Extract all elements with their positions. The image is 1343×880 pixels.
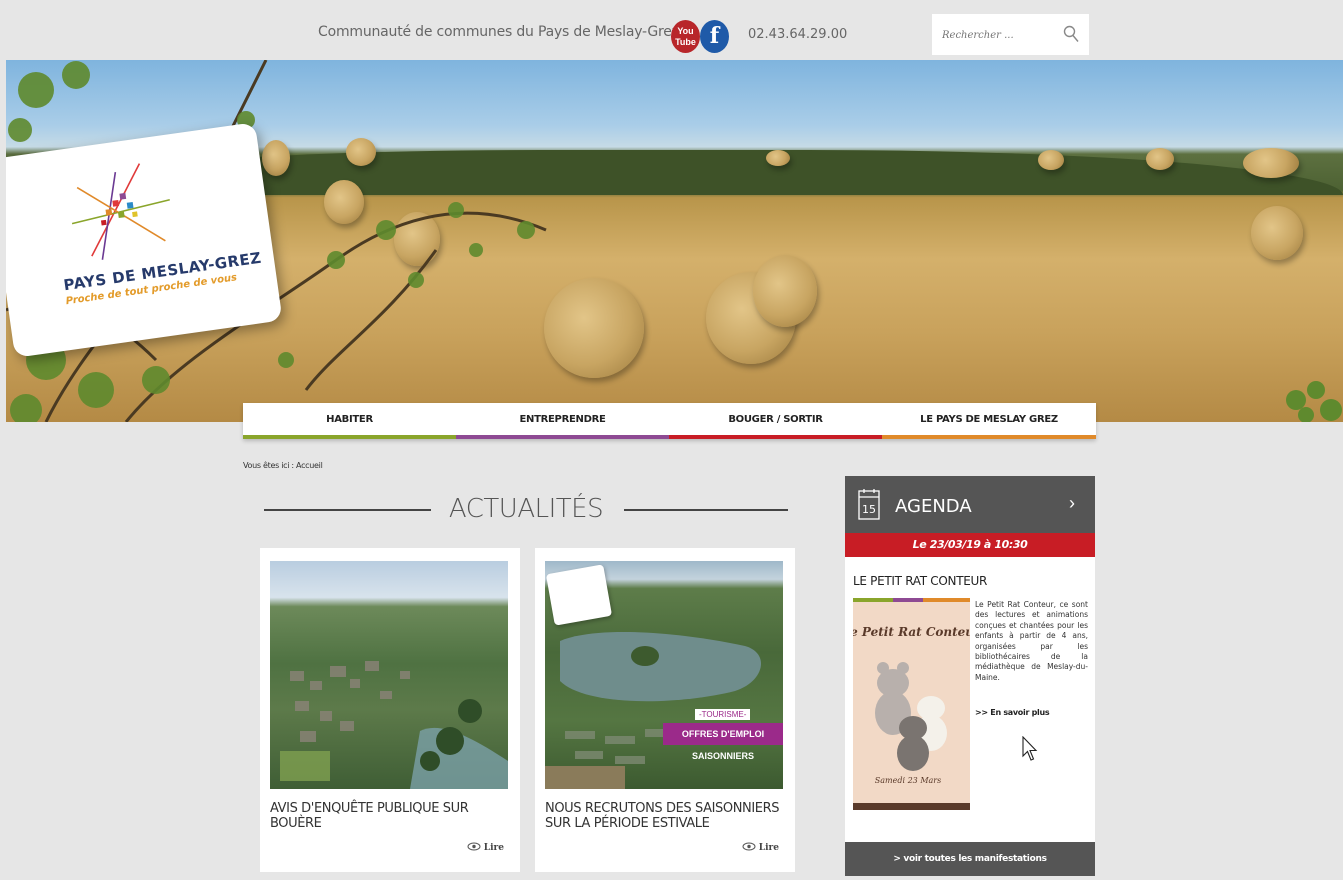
event-description: Le Petit Rat Conteur, ce sont des lectur… [975,600,1088,682]
aerial-village-illustration [280,661,508,789]
read-link[interactable]: Lire [467,842,504,853]
search-icon[interactable] [1063,25,1079,43]
site-name[interactable]: Communauté de communes du Pays de Meslay… [318,24,679,40]
logo-graphic [71,163,170,260]
foliage-right [1286,381,1342,422]
nav-item-label: LE PAYS DE MESLAY GREZ [920,414,1058,425]
poster-date: Samedi 23 Mars [875,776,941,785]
hero-banner: PAYS DE MESLAY-GREZ Proche de tout proch… [6,60,1343,422]
event-poster[interactable]: Le Petit Rat Conteur Samedi 23 Mars [853,598,970,810]
hay-bale [1243,148,1299,178]
promo-category: -TOURISME- [695,709,751,720]
eye-icon [742,842,756,851]
nav-item-pays-meslay-grez[interactable]: LE PAYS DE MESLAY GREZ [882,403,1096,439]
read-label: Lire [758,843,779,853]
news-card-image[interactable] [270,561,508,789]
logo-card[interactable]: PAYS DE MESLAY-GREZ Proche de tout proch… [6,122,283,358]
news-card-title[interactable]: AVIS D'ENQUÊTE PUBLIQUE SUR BOUÈRE [270,801,510,831]
agenda-title: AGENDA [895,496,972,517]
read-label: Lire [483,843,504,853]
promo-badge: OFFRES D'EMPLOI SAISONNIERS [663,723,783,761]
nav-item-label: BOUGER / SORTIR [728,414,823,425]
nav-item-habiter[interactable]: HABITER [243,403,456,439]
hay-bale [1146,148,1174,170]
hay-bale [753,255,817,327]
nav-color-bar [456,435,669,439]
search-box [932,14,1089,55]
nav-item-entreprendre[interactable]: ENTREPRENDRE [456,403,669,439]
facebook-label: f [709,23,720,49]
search-input[interactable] [942,26,1052,44]
logo-card-thumbnail [545,564,613,626]
hay-bale [766,150,790,166]
news-card[interactable]: NOUS RECRUTONS DES SAISONNIERS SUR LA PÉ… [535,548,795,872]
news-card-title[interactable]: NOUS RECRUTONS DES SAISONNIERS SUR LA PÉ… [545,801,785,831]
all-events-link[interactable]: > voir toutes les manifestations [845,842,1095,876]
read-link[interactable]: Lire [742,842,779,853]
nav-color-bar [243,435,456,439]
breadcrumb: Vous êtes ici : Accueil [243,461,323,470]
main-nav: HABITER ENTREPRENDRE BOUGER / SORTIR LE … [243,403,1096,439]
nav-item-bouger-sortir[interactable]: BOUGER / SORTIR [669,403,882,439]
event-title[interactable]: LE PETIT RAT CONTEUR [853,574,987,588]
facebook-icon[interactable]: f [700,20,729,53]
eye-icon [467,842,481,851]
calendar-icon: 15 [858,489,880,520]
event-date: Le 23/03/19 à 10:30 [845,533,1095,557]
mouse-cursor-icon [1022,736,1038,761]
youtube-label: You Tube [675,26,696,47]
chevron-right-icon[interactable]: › [1069,493,1075,514]
top-bar: Communauté de communes du Pays de Meslay… [0,0,1343,60]
calendar-day: 15 [862,503,876,516]
title-rule-right [624,509,788,511]
nav-color-bar [669,435,882,439]
nav-item-label: ENTREPRENDRE [519,414,606,425]
agenda-panel: 15 AGENDA › Le 23/03/19 à 10:30 LE PETIT… [845,476,1095,876]
poster-illustration: Le Petit Rat Conteur Samedi 23 Mars [853,598,970,810]
more-info-link[interactable]: >> En savoir plus [975,708,1050,717]
agenda-header[interactable]: 15 AGENDA › [845,476,1095,533]
poster-title: Le Petit Rat Conteur [853,625,970,639]
hay-bale [1251,206,1303,260]
hay-bale [1038,150,1064,170]
news-card[interactable]: AVIS D'ENQUÊTE PUBLIQUE SUR BOUÈRE Lire [260,548,520,872]
phone-number[interactable]: 02.43.64.29.00 [748,27,847,42]
youtube-icon[interactable]: You Tube [671,20,700,53]
nav-color-bar [882,435,1096,439]
nav-item-label: HABITER [326,414,373,425]
